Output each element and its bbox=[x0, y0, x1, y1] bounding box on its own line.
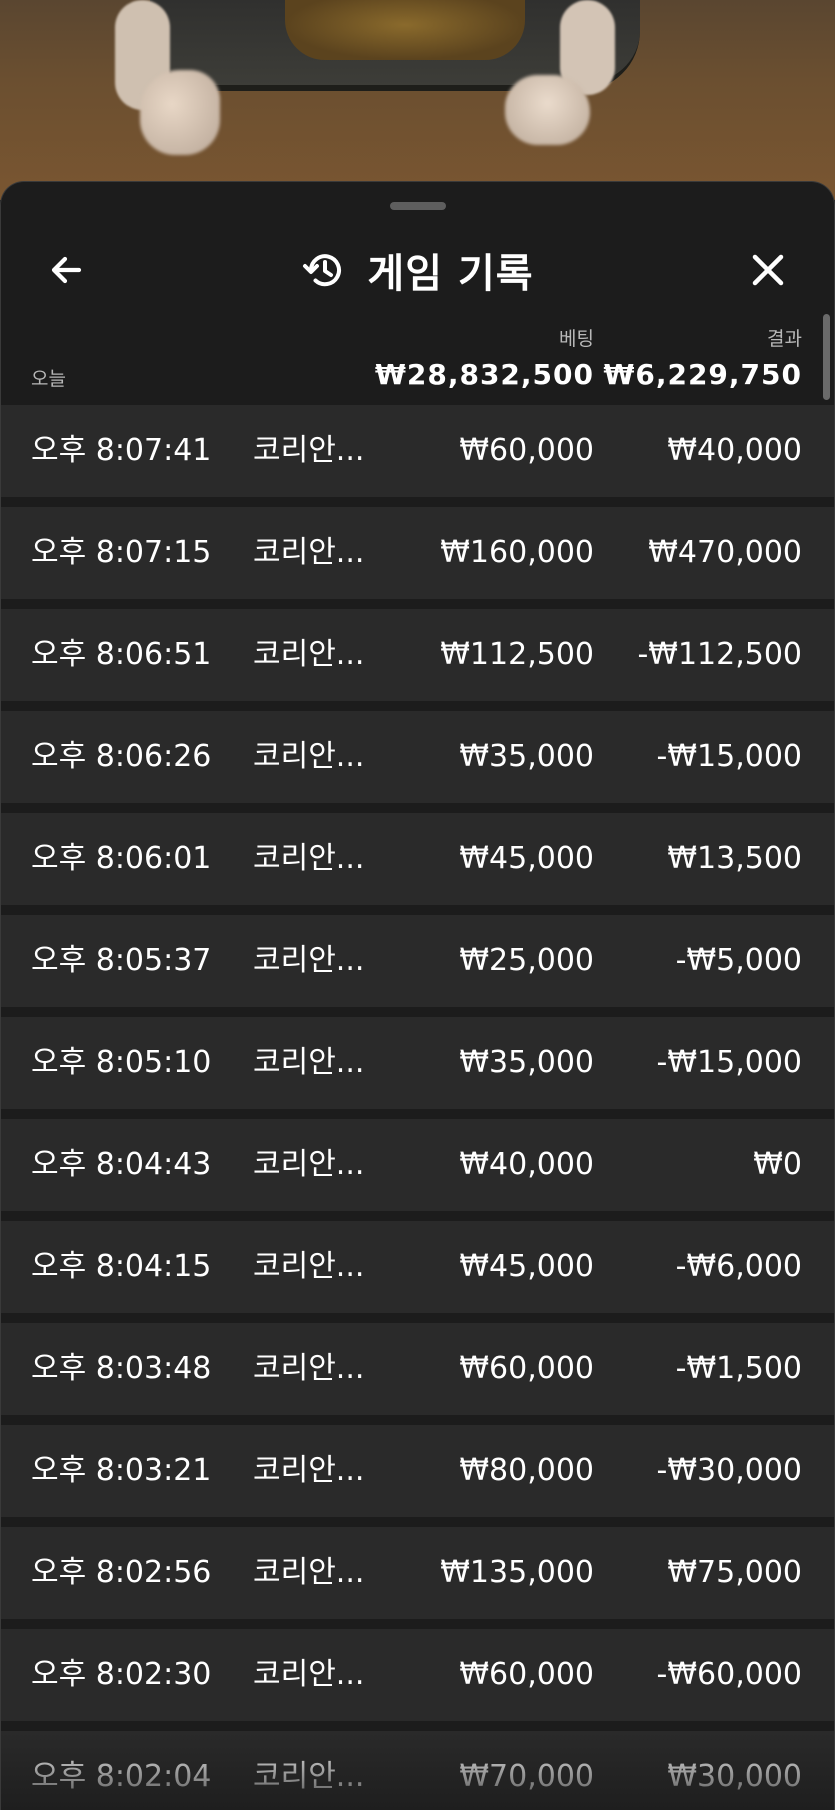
row-bet-amount: ₩45,000 bbox=[459, 1249, 594, 1284]
row-result-amount: -₩15,000 bbox=[656, 739, 802, 774]
row-game-name: 코리안... bbox=[253, 1453, 365, 1488]
row-bet-amount: ₩70,000 bbox=[459, 1759, 594, 1794]
history-row[interactable]: 오후 8:07:15 코리안... ₩160,000 ₩470,000 bbox=[1, 507, 834, 599]
row-time: 오후 8:05:37 bbox=[31, 943, 212, 978]
history-row[interactable]: 오후 8:05:37 코리안... ₩25,000 -₩5,000 bbox=[1, 915, 834, 1007]
row-bet-amount: ₩135,000 bbox=[440, 1555, 594, 1590]
row-bet-amount: ₩112,500 bbox=[440, 637, 594, 672]
scrollbar[interactable] bbox=[823, 314, 830, 400]
row-game-name: 코리안... bbox=[253, 1147, 365, 1182]
history-row[interactable]: 오후 8:06:51 코리안... ₩112,500 -₩112,500 bbox=[1, 609, 834, 701]
dealer-torso bbox=[285, 0, 525, 60]
row-game-name: 코리안... bbox=[253, 433, 365, 468]
row-bet-amount: ₩35,000 bbox=[459, 739, 594, 774]
history-row[interactable]: 오후 8:06:26 코리안... ₩35,000 -₩15,000 bbox=[1, 711, 834, 803]
row-game-name: 코리안... bbox=[253, 637, 365, 672]
row-time: 오후 8:04:43 bbox=[31, 1147, 212, 1182]
row-result-amount: -₩6,000 bbox=[675, 1249, 802, 1284]
row-time: 오후 8:06:01 bbox=[31, 841, 212, 876]
history-icon bbox=[303, 254, 342, 287]
row-result-amount: -₩15,000 bbox=[656, 1045, 802, 1080]
row-result-amount: ₩13,500 bbox=[667, 841, 802, 876]
history-row[interactable]: 오후 8:03:48 코리안... ₩60,000 -₩1,500 bbox=[1, 1323, 834, 1415]
sheet-header: 게임 기록 bbox=[1, 222, 834, 322]
screen: 게임 기록 오늘 베팅 결과 ₩28,832,500 ₩6,229,750 오후… bbox=[0, 0, 835, 1810]
live-video-background bbox=[0, 0, 835, 200]
row-game-name: 코리안... bbox=[253, 1045, 365, 1080]
game-history-sheet: 게임 기록 오늘 베팅 결과 ₩28,832,500 ₩6,229,750 오후… bbox=[0, 181, 835, 1810]
row-result-amount: ₩30,000 bbox=[667, 1759, 802, 1794]
row-time: 오후 8:02:04 bbox=[31, 1759, 212, 1794]
date-group-label: 오늘 bbox=[31, 368, 66, 390]
history-row[interactable]: 오후 8:02:04 코리안... ₩70,000 ₩30,000 bbox=[1, 1731, 834, 1810]
row-time: 오후 8:06:26 bbox=[31, 739, 212, 774]
row-bet-amount: ₩60,000 bbox=[459, 1351, 594, 1386]
row-time: 오후 8:03:48 bbox=[31, 1351, 212, 1386]
row-bet-amount: ₩60,000 bbox=[459, 1657, 594, 1692]
row-game-name: 코리안... bbox=[253, 943, 365, 978]
row-game-name: 코리안... bbox=[253, 1759, 365, 1794]
row-game-name: 코리안... bbox=[253, 841, 365, 876]
row-game-name: 코리안... bbox=[253, 739, 365, 774]
sheet-title-group: 게임 기록 bbox=[1, 240, 834, 300]
history-row[interactable]: 오후 8:04:43 코리안... ₩40,000 ₩0 bbox=[1, 1119, 834, 1211]
row-time: 오후 8:04:15 bbox=[31, 1249, 212, 1284]
row-result-amount: -₩30,000 bbox=[656, 1453, 802, 1488]
sheet-drag-handle[interactable] bbox=[390, 202, 446, 210]
result-total: ₩6,229,750 bbox=[603, 358, 802, 391]
row-bet-amount: ₩25,000 bbox=[459, 943, 594, 978]
row-bet-amount: ₩35,000 bbox=[459, 1045, 594, 1080]
row-time: 오후 8:03:21 bbox=[31, 1453, 212, 1488]
history-list: 오후 8:07:41 코리안... ₩60,000 ₩40,000 오후 8:07:15… bbox=[1, 405, 834, 1810]
summary-header: 오늘 베팅 결과 ₩28,832,500 ₩6,229,750 bbox=[1, 312, 834, 402]
row-bet-amount: ₩45,000 bbox=[459, 841, 594, 876]
row-result-amount: ₩75,000 bbox=[667, 1555, 802, 1590]
row-result-amount: -₩60,000 bbox=[656, 1657, 802, 1692]
row-result-amount: -₩1,500 bbox=[675, 1351, 802, 1386]
close-icon bbox=[752, 254, 784, 286]
row-game-name: 코리안... bbox=[253, 535, 365, 570]
bet-total: ₩28,832,500 bbox=[374, 358, 594, 391]
row-time: 오후 8:02:56 bbox=[31, 1555, 212, 1590]
dealer-right-hand bbox=[505, 75, 590, 145]
page-title: 게임 기록 bbox=[367, 251, 534, 297]
history-row[interactable]: 오후 8:04:15 코리안... ₩45,000 -₩6,000 bbox=[1, 1221, 834, 1313]
row-time: 오후 8:07:15 bbox=[31, 535, 212, 570]
history-row[interactable]: 오후 8:02:56 코리안... ₩135,000 ₩75,000 bbox=[1, 1527, 834, 1619]
row-result-amount: -₩5,000 bbox=[675, 943, 802, 978]
bet-column-header: 베팅 bbox=[559, 328, 594, 350]
row-bet-amount: ₩40,000 bbox=[459, 1147, 594, 1182]
history-row[interactable]: 오후 8:05:10 코리안... ₩35,000 -₩15,000 bbox=[1, 1017, 834, 1109]
row-bet-amount: ₩160,000 bbox=[440, 535, 594, 570]
row-time: 오후 8:05:10 bbox=[31, 1045, 212, 1080]
history-row[interactable]: 오후 8:07:41 코리안... ₩60,000 ₩40,000 bbox=[1, 405, 834, 497]
row-result-amount: ₩470,000 bbox=[648, 535, 802, 570]
row-bet-amount: ₩80,000 bbox=[459, 1453, 594, 1488]
row-time: 오후 8:02:30 bbox=[31, 1657, 212, 1692]
dealer-left-hand bbox=[140, 70, 220, 155]
row-time: 오후 8:07:41 bbox=[31, 433, 212, 468]
row-time: 오후 8:06:51 bbox=[31, 637, 212, 672]
result-column-header: 결과 bbox=[767, 328, 802, 350]
history-row[interactable]: 오후 8:03:21 코리안... ₩80,000 -₩30,000 bbox=[1, 1425, 834, 1517]
row-game-name: 코리안... bbox=[253, 1657, 365, 1692]
close-button[interactable] bbox=[738, 240, 798, 300]
row-result-amount: ₩0 bbox=[753, 1147, 802, 1182]
row-result-amount: ₩40,000 bbox=[667, 433, 802, 468]
history-row[interactable]: 오후 8:02:30 코리안... ₩60,000 -₩60,000 bbox=[1, 1629, 834, 1721]
history-row[interactable]: 오후 8:06:01 코리안... ₩45,000 ₩13,500 bbox=[1, 813, 834, 905]
row-result-amount: -₩112,500 bbox=[637, 637, 802, 672]
row-bet-amount: ₩60,000 bbox=[459, 433, 594, 468]
row-game-name: 코리안... bbox=[253, 1249, 365, 1284]
row-game-name: 코리안... bbox=[253, 1351, 365, 1386]
row-game-name: 코리안... bbox=[253, 1555, 365, 1590]
